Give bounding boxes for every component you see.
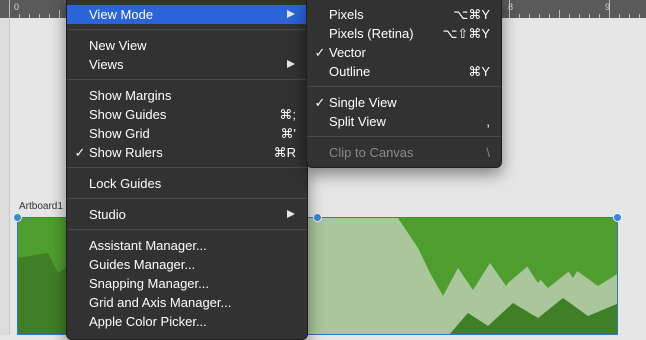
- menu-item-show-grid[interactable]: Show Grid ⌘': [67, 124, 307, 143]
- menu-item-label: Snapping Manager...: [89, 276, 209, 291]
- menu-item-label: Clip to Canvas: [329, 145, 414, 160]
- ruler-tick: [519, 14, 520, 18]
- menu-separator: [67, 167, 307, 168]
- selection-handle[interactable]: [613, 213, 622, 222]
- menu-item-shortcut: ⌘R: [273, 145, 296, 160]
- ruler-tick: [539, 14, 540, 18]
- menu-item-label: Show Margins: [89, 88, 172, 103]
- view-menu: View Mode New View Views Show Margins Sh…: [66, 0, 308, 340]
- submenu-item-split-view[interactable]: Split View ,: [307, 112, 501, 131]
- submenu-item-clip-to-canvas[interactable]: Clip to Canvas \: [307, 143, 501, 162]
- menu-item-lock-guides[interactable]: Lock Guides: [67, 174, 307, 193]
- menu-item-shortcut: ⌘Y: [468, 64, 490, 79]
- menu-item-label: Guides Manager...: [89, 257, 196, 272]
- menu-item-shortcut: ⌘;: [279, 107, 296, 122]
- menu-item-label: Outline: [329, 64, 371, 79]
- submenu-arrow-icon: [287, 60, 295, 68]
- menu-item-label: Show Guides: [89, 107, 167, 122]
- ruler-tick: [599, 14, 600, 18]
- ruler-number: 0: [14, 2, 20, 12]
- menu-item-views[interactable]: Views: [67, 55, 307, 74]
- ruler-tick: [629, 14, 630, 18]
- ruler-tick: [19, 14, 20, 18]
- menu-item-label: New View: [89, 38, 147, 53]
- submenu-item-vector[interactable]: ✓ Vector: [307, 43, 501, 62]
- checkmark-icon: ✓: [314, 95, 326, 110]
- menu-item-show-guides[interactable]: Show Guides ⌘;: [67, 105, 307, 124]
- ruler-tick: [529, 14, 530, 18]
- ruler-tick: [579, 14, 580, 18]
- menu-separator: [67, 198, 307, 199]
- submenu-item-pixels[interactable]: Pixels ⌥⌘Y: [307, 5, 501, 24]
- menu-separator: [67, 229, 307, 230]
- menu-separator: [307, 136, 501, 137]
- submenu-arrow-icon: [287, 210, 295, 218]
- menu-item-show-rulers[interactable]: ✓ Show Rulers ⌘R: [67, 143, 307, 162]
- menu-item-shortcut: ,: [486, 114, 490, 129]
- menu-item-snapping-manager[interactable]: Snapping Manager...: [67, 274, 307, 293]
- menu-item-label: Pixels (Retina): [329, 26, 414, 41]
- menu-separator: [67, 29, 307, 30]
- ruler-tick: [609, 0, 610, 18]
- submenu-item-pixels-retina[interactable]: Pixels (Retina) ⌥⇧⌘Y: [307, 24, 501, 43]
- menu-item-label: Vector: [329, 45, 366, 60]
- artboard-label: Artboard1: [19, 201, 63, 212]
- view-mode-submenu: Pixels ⌥⌘Y Pixels (Retina) ⌥⇧⌘Y ✓ Vector…: [306, 0, 502, 168]
- menu-item-label: Views: [89, 57, 124, 72]
- menu-item-label: Apple Color Picker...: [89, 314, 207, 329]
- checkmark-icon: ✓: [314, 45, 326, 60]
- menu-item-label: Show Grid: [89, 126, 150, 141]
- menu-item-label: Studio: [89, 207, 126, 222]
- menu-item-view-mode[interactable]: View Mode: [67, 5, 307, 24]
- menu-item-guides-manager[interactable]: Guides Manager...: [67, 255, 307, 274]
- ruler-tick: [59, 10, 60, 18]
- selection-handle[interactable]: [13, 213, 22, 222]
- ruler-tick: [29, 14, 30, 18]
- ruler-tick: [9, 0, 10, 18]
- menu-item-label: Grid and Axis Manager...: [89, 295, 232, 310]
- menu-item-assistant-manager[interactable]: Assistant Manager...: [67, 236, 307, 255]
- ruler-tick: [49, 14, 50, 18]
- menu-item-shortcut: ⌘': [280, 126, 296, 141]
- ruler-tick: [639, 14, 640, 18]
- ruler-tick: [39, 14, 40, 18]
- menu-item-label: Single View: [329, 95, 397, 110]
- menu-separator: [307, 86, 501, 87]
- menu-item-shortcut: ⌥⇧⌘Y: [442, 26, 490, 41]
- selection-handle[interactable]: [313, 213, 322, 222]
- menu-item-new-view[interactable]: New View: [67, 36, 307, 55]
- menu-item-studio[interactable]: Studio: [67, 205, 307, 224]
- ruler-tick: [589, 14, 590, 18]
- menu-item-label: Split View: [329, 114, 386, 129]
- menu-item-shortcut: \: [486, 145, 490, 160]
- menu-item-label: View Mode: [89, 7, 154, 22]
- menu-item-label: Assistant Manager...: [89, 238, 207, 253]
- menu-item-label: Lock Guides: [89, 176, 162, 191]
- vertical-ruler[interactable]: [0, 18, 10, 335]
- menu-item-label: Pixels: [329, 7, 364, 22]
- menu-item-show-margins[interactable]: Show Margins: [67, 86, 307, 105]
- submenu-item-single-view[interactable]: ✓ Single View: [307, 93, 501, 112]
- menu-separator: [67, 79, 307, 80]
- ruler-tick: [569, 14, 570, 18]
- ruler-tick: [509, 0, 510, 18]
- menu-item-apple-color-picker[interactable]: Apple Color Picker...: [67, 312, 307, 331]
- ruler-tick: [619, 14, 620, 18]
- checkmark-icon: ✓: [74, 145, 86, 160]
- menu-item-grid-axis-manager[interactable]: Grid and Axis Manager...: [67, 293, 307, 312]
- ruler-tick: [559, 10, 560, 18]
- submenu-item-outline[interactable]: Outline ⌘Y: [307, 62, 501, 81]
- ruler-tick: [549, 14, 550, 18]
- submenu-arrow-icon: [287, 10, 295, 18]
- menu-item-shortcut: ⌥⌘Y: [453, 7, 490, 22]
- menu-item-label: Show Rulers: [89, 145, 163, 160]
